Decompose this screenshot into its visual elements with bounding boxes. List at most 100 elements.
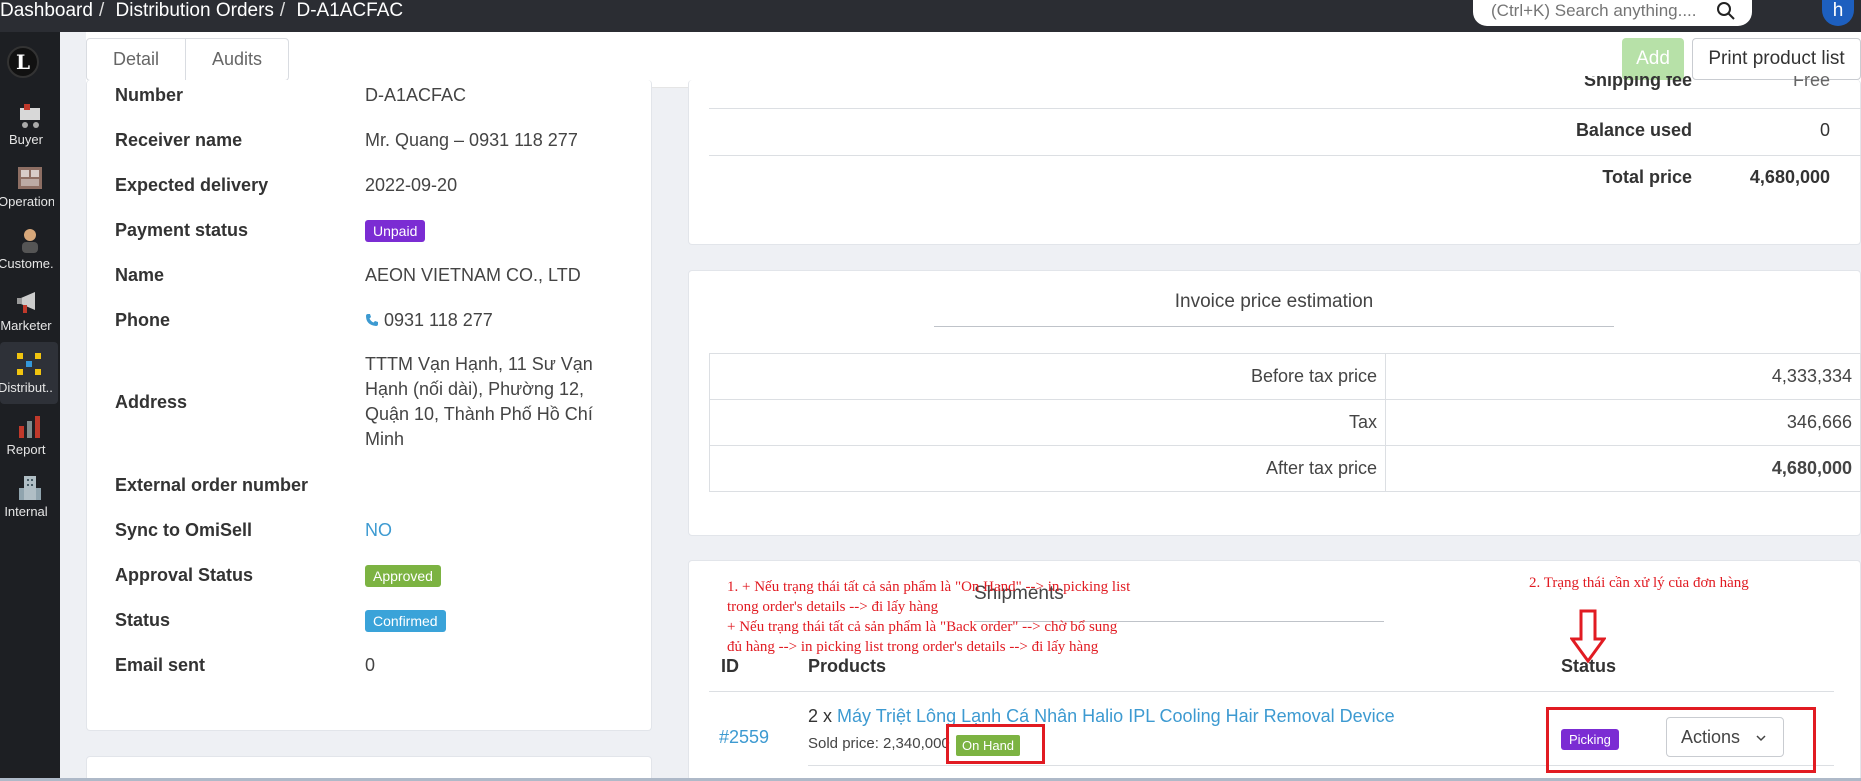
sidebar-item-label: Custome... [0, 256, 54, 271]
balance-used-row: Balance used 0 [709, 120, 1861, 166]
name-label: Name [115, 265, 165, 285]
email-sent-value: 0 [365, 655, 376, 675]
receiver-value: Mr. Quang – 0931 118 277 [365, 130, 578, 150]
annotation-note-1: 1. + Nếu trạng thái tất cả sản phẩm là "… [727, 577, 1130, 657]
distribution-icon [17, 353, 41, 375]
annotation-box-on-hand [946, 724, 1045, 764]
expected-delivery-value: 2022-09-20 [365, 175, 458, 195]
shipping-fee-value: Free [1792, 76, 1830, 90]
number-label: Number [115, 85, 184, 105]
sidebar-item-label: Report [6, 442, 46, 457]
shipment-id-link[interactable]: #2559 [719, 727, 769, 748]
phone-value-wrap: 0931 118 277 [365, 310, 493, 331]
customer-icon [22, 229, 38, 253]
sidebar-item-buyer[interactable]: Buyer [0, 94, 60, 156]
sidebar-item-internal[interactable]: Internal [0, 466, 60, 528]
after-tax-value: 4,680,000 [1385, 445, 1861, 492]
tab-detail[interactable]: Detail [87, 39, 187, 80]
product-qty: 2 x [808, 706, 833, 726]
sync-omisell-label: Sync to OmiSell [115, 520, 253, 540]
divider [934, 326, 1614, 327]
product-line: 2 x Máy Triệt Lông Lạnh Cá Nhân Halio IP… [808, 706, 1395, 727]
email-sent-label: Email sent [115, 655, 206, 675]
annotation-line: đủ hàng --> in picking list trong order'… [727, 639, 1099, 655]
sidebar-item-label: Operation [0, 194, 54, 209]
logo[interactable]: L [7, 46, 39, 78]
address-value: TTTM Vạn Hạnh, 11 Sư Vạn Hạnh (nối dài),… [365, 352, 593, 452]
product-name-link[interactable]: Máy Triệt Lông Lạnh Cá Nhân Halio IPL Co… [837, 706, 1395, 726]
invoice-table: Before tax price 4,333,334 Tax 346,666 A… [709, 353, 1861, 492]
tab-group: Detail Audits [86, 38, 290, 81]
sync-omisell-link[interactable]: NO [365, 520, 392, 541]
before-tax-label: Before tax price [709, 353, 1386, 400]
balance-used-label: Balance used [1575, 120, 1692, 140]
total-price-row: Total price 4,680,000 [709, 167, 1861, 213]
sidebar-item-label: Internal [4, 504, 48, 519]
number-value: D-A1ACFAC [365, 85, 467, 105]
status-label: Status [115, 610, 171, 630]
divider [709, 155, 1861, 156]
payment-status-value-wrap: Unpaid [365, 220, 426, 242]
address-label: Address [115, 392, 188, 412]
before-tax-value: 4,333,334 [1385, 353, 1861, 400]
annotation-line: 1. + Nếu trạng thái tất cả sản phẩm là "… [727, 579, 1131, 595]
breadcrumb-dashboard[interactable]: Dashboard [0, 0, 93, 21]
shipping-fee-row: Shipping fee Free [709, 76, 1861, 96]
print-product-list-button[interactable]: Print product list [1692, 38, 1861, 80]
total-price-value: 4,680,000 [1749, 167, 1830, 187]
tax-value: 346,666 [1385, 399, 1861, 446]
sidebar-item-report[interactable]: Report [0, 404, 60, 466]
megaphone-icon [17, 292, 35, 313]
sold-price: Sold price: 2,340,000 [808, 735, 950, 752]
annotation-line: + Nếu trạng thái tất cả sản phẩm là "Bac… [727, 619, 1118, 635]
avatar[interactable]: h [1822, 0, 1854, 26]
annotation-note-2: 2. Trạng thái cần xử lý của đơn hàng [1529, 575, 1749, 591]
table-row: Before tax price 4,333,334 [709, 353, 1861, 400]
add-button[interactable]: Add [1622, 38, 1684, 80]
sidebar-item-label: Distribut... [0, 380, 54, 395]
annotation-line: trong order's details --> đi lấy hàng [727, 599, 939, 615]
status-wrap: Confirmed [365, 610, 446, 632]
report-icon [19, 416, 40, 438]
tax-label: Tax [709, 399, 1386, 446]
sidebar-item-distribution[interactable]: Distribut... [0, 342, 58, 404]
breadcrumb-distribution-orders[interactable]: Distribution Orders [116, 0, 274, 21]
expected-delivery-label: Expected delivery [115, 175, 269, 195]
order-details-card: Number D-A1ACFAC Receiver name Mr. Quang… [86, 80, 652, 731]
status-badge: Confirmed [365, 610, 446, 632]
price-summary-card: Shipping fee Free Balance used 0 Total p… [688, 76, 1861, 245]
invoice-estimation-card: Invoice price estimation Before tax pric… [688, 270, 1861, 536]
column-id: ID [721, 656, 739, 676]
sidebar-item-customer[interactable]: Custome... [0, 218, 60, 280]
external-order-label: External order number [115, 475, 309, 495]
after-tax-label: After tax price [709, 445, 1386, 492]
receiver-label: Receiver name [115, 130, 243, 150]
arrow-down-icon [1570, 609, 1606, 663]
total-price-label: Total price [1602, 167, 1692, 187]
name-value: AEON VIETNAM CO., LTD [365, 265, 581, 285]
top-bar: Dashboard / Distribution Orders / D-A1ACFA… [0, 0, 1861, 32]
tab-audits[interactable]: Audits [186, 39, 288, 80]
search-input[interactable] [1491, 1, 1711, 21]
approval-status-badge: Approved [365, 565, 441, 587]
invoice-title: Invoice price estimation [1174, 291, 1374, 312]
payment-status-label: Payment status [115, 220, 249, 240]
sidebar-item-label: Marketer [0, 318, 52, 333]
balance-used-value: 0 [1819, 120, 1830, 140]
address-line: Hạnh (nối dài), Phường 12, [365, 379, 584, 399]
address-line: Minh [365, 429, 405, 449]
approval-status-label: Approval Status [115, 565, 254, 585]
breadcrumb: Dashboard / Distribution Orders / D-A1ACFA… [0, 0, 404, 21]
divider [709, 691, 1834, 692]
search-icon[interactable] [1716, 1, 1736, 21]
divider [709, 108, 1861, 109]
warehouse-icon [18, 167, 42, 189]
building-icon [19, 476, 41, 500]
phone-value[interactable]: 0931 118 277 [384, 310, 493, 330]
sidebar-item-marketer[interactable]: Marketer [0, 280, 60, 342]
table-row: After tax price 4,680,000 [709, 445, 1861, 492]
shipments-card: Shipments ID Products Status #2559 2 x M… [688, 560, 1861, 781]
sidebar-item-operation[interactable]: Operation [0, 156, 60, 218]
breadcrumb-current-order: D-A1ACFAC [296, 0, 404, 21]
search-box[interactable] [1473, 0, 1752, 26]
